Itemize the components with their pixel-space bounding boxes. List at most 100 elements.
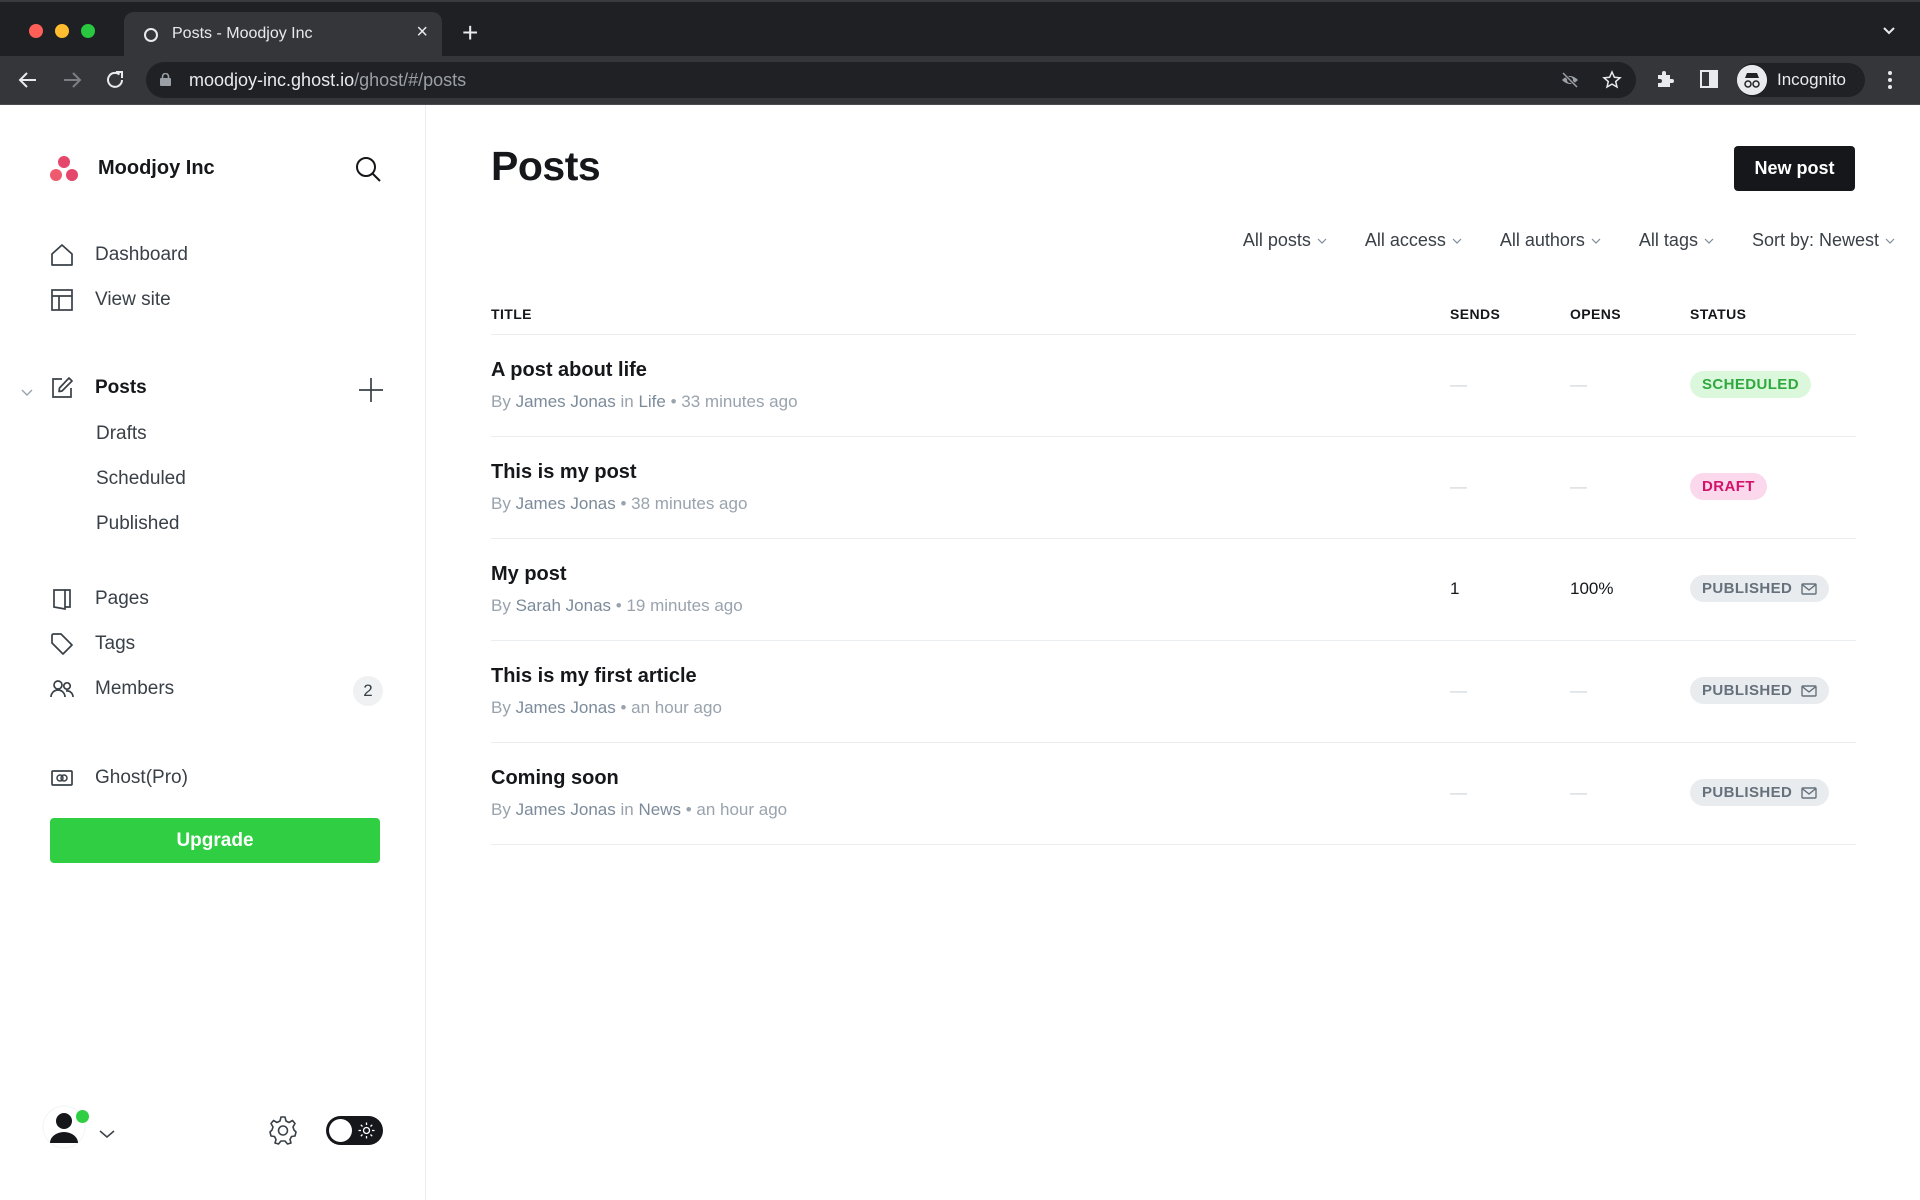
sidebar-item-drafts[interactable]: Drafts bbox=[96, 423, 147, 445]
url-text: moodjoy-inc.ghost.io/ghost/#/posts bbox=[189, 70, 466, 91]
meta-separator: • bbox=[685, 800, 692, 819]
post-author: James Jonas bbox=[515, 698, 616, 717]
sidebar: Moodjoy Inc Dashboard View site Posts Dr… bbox=[0, 105, 426, 1200]
meta-in: in bbox=[620, 392, 634, 411]
address-bar[interactable]: moodjoy-inc.ghost.io/ghost/#/posts bbox=[146, 62, 1636, 98]
tab-list-chevron-icon[interactable] bbox=[1882, 24, 1896, 38]
post-meta: By James Jonas in News • an hour ago bbox=[491, 800, 787, 820]
status-badge: PUBLISHED bbox=[1690, 779, 1830, 806]
post-author: James Jonas bbox=[515, 800, 616, 819]
post-author: Sarah Jonas bbox=[515, 596, 612, 615]
meta-by: By bbox=[491, 596, 511, 615]
extensions-puzzle-icon[interactable] bbox=[1654, 68, 1676, 90]
filter-tags-dropdown[interactable]: All tags bbox=[1639, 230, 1714, 251]
sort-dropdown[interactable]: Sort by: Newest bbox=[1752, 230, 1895, 251]
post-meta: By James Jonas • 38 minutes ago bbox=[491, 494, 747, 514]
sidebar-item-dashboard[interactable]: Dashboard bbox=[49, 240, 188, 270]
chevron-down-icon[interactable] bbox=[20, 385, 34, 399]
chevron-down-icon[interactable] bbox=[99, 1129, 115, 1139]
back-arrow-icon[interactable] bbox=[16, 68, 40, 92]
post-title[interactable]: This is my first article bbox=[491, 665, 697, 688]
side-panel-icon[interactable] bbox=[1698, 68, 1720, 90]
tab-close-icon[interactable]: × bbox=[416, 22, 428, 42]
filter-label: All access bbox=[1364, 230, 1446, 250]
theme-toggle[interactable] bbox=[326, 1116, 383, 1145]
post-title[interactable]: This is my post bbox=[491, 461, 637, 484]
status-label: PUBLISHED bbox=[1702, 784, 1793, 801]
status-badge: PUBLISHED bbox=[1690, 575, 1830, 602]
browser-tab[interactable]: Posts - Moodjoy Inc × bbox=[124, 12, 442, 58]
pages-icon bbox=[53, 589, 71, 611]
filter-access-dropdown[interactable]: All access bbox=[1365, 230, 1462, 251]
eye-slash-icon[interactable] bbox=[1560, 70, 1580, 90]
post-time: 19 minutes ago bbox=[626, 596, 743, 615]
url-path: /ghost/#/posts bbox=[354, 70, 467, 90]
mail-icon bbox=[1801, 684, 1817, 697]
filter-type-dropdown[interactable]: All posts bbox=[1243, 230, 1327, 251]
table-row[interactable]: This is my first article By James Jonas … bbox=[491, 641, 1856, 743]
sidebar-item-pages[interactable]: Pages bbox=[49, 584, 149, 614]
sends-value: — bbox=[1450, 375, 1467, 394]
bookmark-star-icon[interactable] bbox=[1602, 70, 1622, 90]
new-tab-button[interactable]: + bbox=[462, 19, 478, 47]
sidebar-item-label: Members bbox=[95, 678, 175, 699]
status-badge: PUBLISHED bbox=[1690, 677, 1830, 704]
new-post-button[interactable]: New post bbox=[1734, 146, 1855, 191]
members-count-badge: 2 bbox=[353, 676, 383, 706]
sidebar-item-posts[interactable]: Posts bbox=[49, 373, 147, 403]
forward-arrow-icon[interactable] bbox=[60, 68, 84, 92]
post-time: an hour ago bbox=[696, 800, 788, 819]
column-header-title: TITLE bbox=[491, 306, 532, 322]
post-title[interactable]: Coming soon bbox=[491, 767, 619, 790]
table-row[interactable]: Coming soon By James Jonas in News • an … bbox=[491, 743, 1856, 845]
meta-in: in bbox=[620, 800, 634, 819]
window-maximize-button[interactable] bbox=[81, 24, 95, 38]
sidebar-item-label: Pages bbox=[95, 588, 149, 609]
chevron-down-icon bbox=[1452, 238, 1462, 244]
opens-value: — bbox=[1570, 375, 1587, 394]
filter-label: All posts bbox=[1242, 230, 1311, 250]
brand-logo-icon bbox=[50, 156, 78, 181]
post-title[interactable]: A post about life bbox=[491, 359, 647, 382]
sidebar-item-scheduled[interactable]: Scheduled bbox=[96, 468, 186, 490]
chevron-down-icon bbox=[1591, 238, 1601, 244]
window-minimize-button[interactable] bbox=[55, 24, 69, 38]
post-time: 33 minutes ago bbox=[681, 392, 798, 411]
edit-icon bbox=[52, 377, 73, 398]
tab-title: Posts - Moodjoy Inc bbox=[172, 25, 313, 42]
sidebar-item-view-site[interactable]: View site bbox=[49, 285, 171, 315]
post-tag: News bbox=[638, 800, 681, 819]
url-host: moodjoy-inc.ghost.io bbox=[189, 70, 355, 90]
incognito-profile-button[interactable]: Incognito bbox=[1737, 63, 1865, 97]
post-time: an hour ago bbox=[631, 698, 722, 717]
tag-icon bbox=[51, 633, 73, 655]
sidebar-item-ghost-pro[interactable]: Ghost(Pro) bbox=[49, 763, 188, 793]
incognito-label: Incognito bbox=[1777, 70, 1846, 89]
sidebar-item-published[interactable]: Published bbox=[96, 513, 179, 535]
post-title[interactable]: My post bbox=[491, 563, 567, 586]
status-badge: SCHEDULED bbox=[1690, 371, 1811, 398]
sends-value: — bbox=[1450, 681, 1467, 700]
kebab-menu-icon[interactable] bbox=[1886, 68, 1894, 92]
upgrade-button[interactable]: Upgrade bbox=[50, 818, 380, 863]
table-row[interactable]: My post By Sarah Jonas • 19 minutes ago … bbox=[491, 539, 1856, 641]
post-meta: By James Jonas • an hour ago bbox=[491, 698, 722, 718]
search-icon[interactable] bbox=[354, 155, 382, 183]
table-row[interactable]: A post about life By James Jonas in Life… bbox=[491, 335, 1856, 437]
meta-by: By bbox=[491, 494, 511, 513]
brand-name[interactable]: Moodjoy Inc bbox=[98, 157, 215, 180]
sidebar-item-tags[interactable]: Tags bbox=[49, 629, 135, 659]
page-title: Posts bbox=[491, 143, 601, 189]
plus-icon[interactable] bbox=[358, 377, 384, 403]
sidebar-item-members[interactable]: Members bbox=[49, 674, 174, 704]
status-label: PUBLISHED bbox=[1702, 682, 1793, 699]
reload-icon[interactable] bbox=[103, 68, 127, 92]
window-close-button[interactable] bbox=[29, 24, 43, 38]
globe-icon bbox=[144, 28, 158, 42]
filter-authors-dropdown[interactable]: All authors bbox=[1500, 230, 1601, 251]
gear-icon[interactable] bbox=[268, 1115, 298, 1145]
meta-by: By bbox=[491, 392, 511, 411]
sun-icon bbox=[358, 1122, 375, 1139]
meta-separator: • bbox=[620, 494, 627, 513]
table-row[interactable]: This is my post By James Jonas • 38 minu… bbox=[491, 437, 1856, 539]
